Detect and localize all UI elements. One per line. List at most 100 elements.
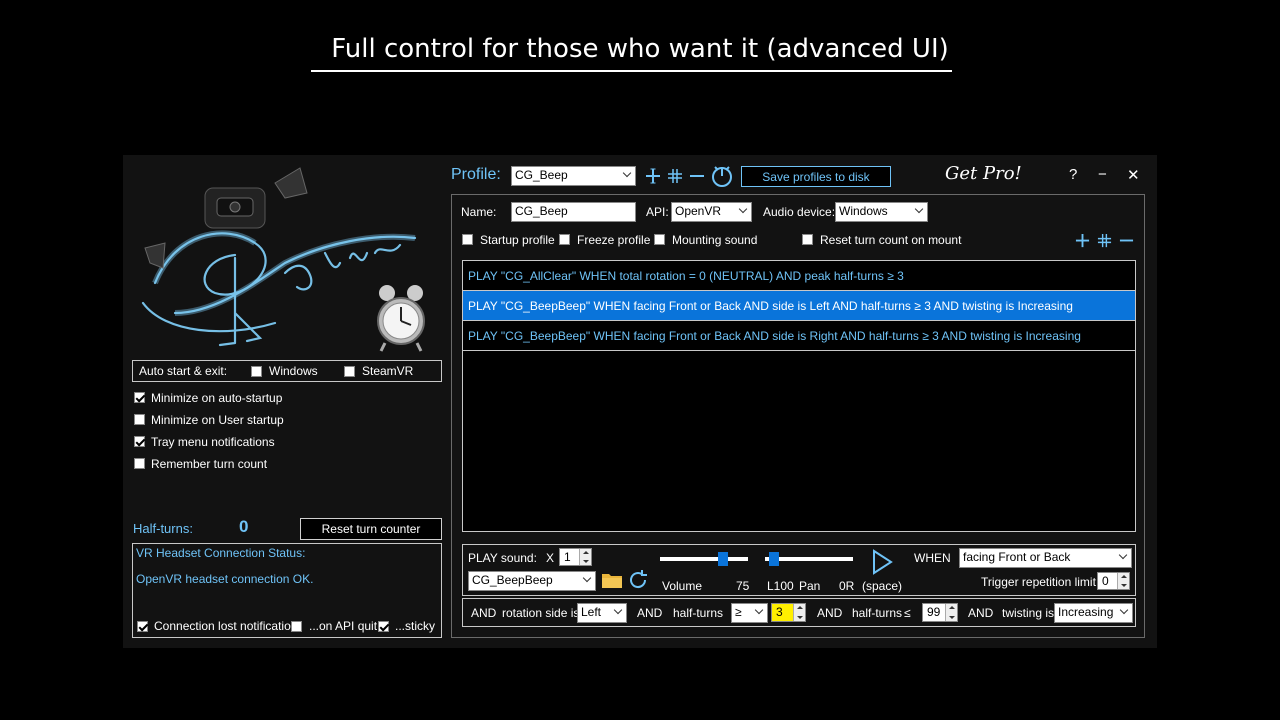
tray-notifications-label: Tray menu notifications xyxy=(151,435,275,449)
reset-turn-counter-button[interactable]: Reset turn counter xyxy=(300,518,442,540)
volume-value: 75 xyxy=(736,579,750,593)
rotation-side-label: rotation side is xyxy=(502,606,580,620)
rule-item[interactable]: PLAY "CG_BeepBeep" WHEN facing Front or … xyxy=(463,321,1135,351)
reset-on-mount-label: Reset turn count on mount xyxy=(820,233,962,247)
less-equal-label: ≤ xyxy=(904,606,911,620)
api-quit-checkbox[interactable] xyxy=(291,621,302,632)
half-turns-operator-select[interactable]: ≥ xyxy=(731,603,768,623)
and-label: AND xyxy=(968,606,994,620)
rule-item[interactable]: PLAY "CG_AllClear" WHEN total rotation =… xyxy=(463,261,1135,291)
autostart-steamvr-checkbox[interactable] xyxy=(344,366,355,377)
half-turns-max-stepper[interactable]: 99 xyxy=(922,603,958,622)
remove-profile-icon[interactable] xyxy=(689,168,705,184)
pan-right-value: 0R xyxy=(839,579,855,593)
remember-turn-count-checkbox[interactable] xyxy=(134,458,145,469)
chevron-down-icon xyxy=(613,605,623,615)
sound-select[interactable]: CG_BeepBeep xyxy=(468,571,596,591)
chevron-down-icon xyxy=(582,573,592,583)
chevron-down-icon xyxy=(622,168,632,178)
connection-status-message: OpenVR headset connection OK. xyxy=(136,572,314,586)
api-quit-label: ...on API quit xyxy=(309,619,378,633)
half-turns-min-stepper[interactable]: 3 xyxy=(771,603,806,622)
play-sound-label: PLAY sound: xyxy=(468,551,537,565)
tray-notifications-checkbox[interactable] xyxy=(134,436,145,447)
volume-slider-track xyxy=(660,557,748,561)
banner-title: Full control for those who want it (adva… xyxy=(331,34,949,64)
and-label: AND xyxy=(817,606,843,620)
freeze-profile-label: Freeze profile xyxy=(577,233,651,247)
duplicate-profile-icon[interactable] xyxy=(667,168,683,184)
autostart-group: Auto start & exit: Windows SteamVR xyxy=(132,360,442,382)
when-select[interactable]: facing Front or Back xyxy=(959,548,1132,568)
mounting-sound-checkbox[interactable] xyxy=(654,234,665,245)
connection-lost-checkbox[interactable] xyxy=(137,621,148,632)
api-select[interactable]: OpenVR xyxy=(671,202,752,222)
and-label: AND xyxy=(637,606,663,620)
half-turns-min-value: 3 xyxy=(776,605,783,619)
chevron-down-icon xyxy=(738,204,748,214)
sticky-label: ...sticky xyxy=(395,619,436,633)
pan-label: Pan xyxy=(799,579,821,593)
add-profile-icon[interactable] xyxy=(645,168,661,184)
half-turns-max-value: 99 xyxy=(927,605,941,619)
and-label: AND xyxy=(471,606,497,620)
chevron-down-icon xyxy=(754,605,764,615)
rotation-side-select[interactable]: Left xyxy=(577,603,627,623)
connection-status-box: VR Headset Connection Status: OpenVR hea… xyxy=(132,543,442,638)
profile-select[interactable]: CG_Beep xyxy=(511,166,636,186)
audio-device-label: Audio device: xyxy=(763,205,836,219)
name-input[interactable]: CG_Beep xyxy=(511,202,636,222)
play-icon[interactable] xyxy=(871,549,893,575)
repeat-count-stepper[interactable]: 1 xyxy=(559,548,592,566)
duplicate-rule-icon[interactable] xyxy=(1097,233,1112,248)
autostart-windows-label: Windows xyxy=(269,364,318,378)
condition-box: AND rotation side is Left AND half-turns… xyxy=(462,598,1136,627)
help-button[interactable]: ? xyxy=(1069,166,1077,183)
add-rule-icon[interactable] xyxy=(1075,233,1090,248)
rule-item-selected[interactable]: PLAY "CG_BeepBeep" WHEN facing Front or … xyxy=(463,291,1135,321)
save-profiles-button[interactable]: Save profiles to disk xyxy=(741,166,891,187)
minimize-user-startup-label: Minimize on User startup xyxy=(151,413,284,427)
sticky-checkbox[interactable] xyxy=(378,621,389,632)
audio-device-select-value: Windows xyxy=(839,204,888,218)
refresh-icon[interactable] xyxy=(627,569,649,591)
folder-icon[interactable] xyxy=(601,571,623,589)
rules-list: PLAY "CG_AllClear" WHEN total rotation =… xyxy=(462,260,1136,532)
chevron-down-icon xyxy=(1118,550,1128,560)
profile-select-value: CG_Beep xyxy=(515,168,568,182)
close-button[interactable]: ✕ xyxy=(1127,166,1140,184)
minimize-auto-startup-label: Minimize on auto-startup xyxy=(151,391,283,405)
half-turns-operator-value: ≥ xyxy=(735,605,742,619)
reset-on-mount-checkbox[interactable] xyxy=(802,234,813,245)
twisting-select-value: Increasing xyxy=(1058,605,1114,619)
remove-rule-icon[interactable] xyxy=(1119,233,1134,248)
audio-device-select[interactable]: Windows xyxy=(835,202,928,222)
sound-select-value: CG_BeepBeep xyxy=(472,573,553,587)
minimize-auto-startup-checkbox[interactable] xyxy=(134,392,145,403)
trigger-limit-label: Trigger repetition limit = xyxy=(981,575,1107,589)
power-timer-icon[interactable] xyxy=(710,164,734,188)
half-turns-value: 0 xyxy=(239,517,249,536)
minimize-button[interactable]: − xyxy=(1098,166,1107,183)
minimize-user-startup-checkbox[interactable] xyxy=(134,414,145,425)
repeat-x-label: X xyxy=(546,551,555,565)
startup-profile-checkbox[interactable] xyxy=(462,234,473,245)
twisting-select[interactable]: Increasing xyxy=(1054,603,1133,623)
trigger-limit-stepper[interactable]: 0 xyxy=(1097,572,1130,590)
rotation-side-value: Left xyxy=(581,605,602,619)
chevron-down-icon xyxy=(1119,605,1129,615)
startup-profile-label: Startup profile xyxy=(480,233,555,247)
when-label: WHEN xyxy=(914,551,951,565)
get-pro-link[interactable]: Get Pro! xyxy=(945,163,1022,184)
volume-slider-handle[interactable] xyxy=(718,552,729,566)
banner-underline xyxy=(311,70,952,72)
autostart-label: Auto start & exit: xyxy=(139,364,228,378)
connection-lost-label: Connection lost notification xyxy=(154,619,298,633)
freeze-profile-checkbox[interactable] xyxy=(559,234,570,245)
half-turns-max-label: half-turns xyxy=(852,606,903,620)
autostart-windows-checkbox[interactable] xyxy=(251,366,262,377)
pan-slider-handle[interactable] xyxy=(768,552,779,566)
name-label: Name: xyxy=(461,205,497,219)
pan-left-value: L100 xyxy=(767,579,794,593)
mounting-sound-label: Mounting sound xyxy=(672,233,758,247)
